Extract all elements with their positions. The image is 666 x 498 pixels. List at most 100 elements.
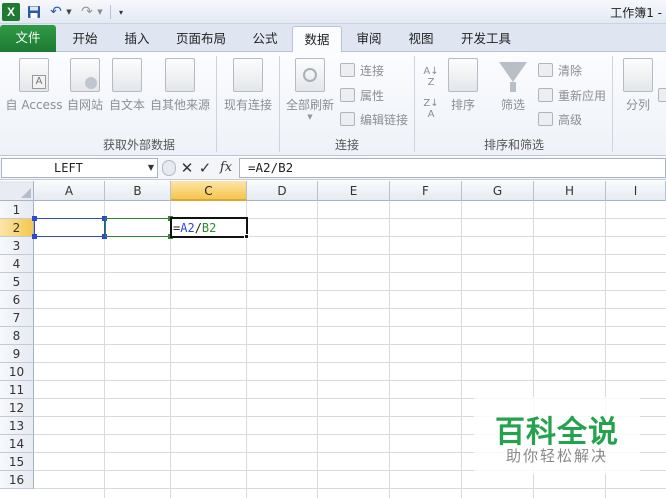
clear-button[interactable]: 清除 [538, 60, 582, 80]
row-header-7[interactable]: 7 [0, 309, 34, 327]
group-label-external-data: 获取外部数据 [102, 138, 175, 152]
name-box[interactable]: LEFT [1, 158, 158, 178]
formula-input[interactable]: =A2/B2 [239, 158, 666, 178]
from-other-sources-button[interactable]: 自其他来源 [148, 58, 212, 113]
row-header-14[interactable]: 14 [0, 435, 34, 453]
clear-filter-icon [538, 63, 553, 77]
cell-b2-reference-highlight[interactable] [105, 218, 171, 237]
group-divider [612, 56, 613, 152]
redo-dropdown-icon[interactable]: ▼ [96, 3, 104, 21]
tab-developer[interactable]: 开发工具 [452, 26, 520, 52]
column-header-f[interactable]: F [390, 181, 462, 201]
row-header-1[interactable]: 1 [0, 201, 34, 219]
data-tools-small-button[interactable] [658, 85, 666, 105]
column-header-h[interactable]: H [534, 181, 606, 201]
reapply-button[interactable]: 重新应用 [538, 85, 606, 105]
gridline [34, 326, 666, 327]
title-bar: X ↶ ▼ ↷ ▼ ▾ 工作簿1 - [0, 0, 666, 24]
row-header-2[interactable]: 2 [0, 219, 34, 237]
row-header-11[interactable]: 11 [0, 381, 34, 399]
cell-a2-reference-highlight[interactable] [34, 218, 105, 237]
tab-review[interactable]: 审阅 [344, 26, 394, 52]
row-header-3[interactable]: 3 [0, 237, 34, 255]
column-header-b[interactable]: B [105, 181, 171, 201]
database-icon [165, 58, 195, 92]
gridline [461, 201, 462, 498]
save-icon[interactable] [26, 3, 42, 21]
row-header-10[interactable]: 10 [0, 363, 34, 381]
connections-button[interactable]: 连接 [340, 60, 384, 80]
undo-dropdown-icon[interactable]: ▼ [65, 3, 73, 21]
tab-formulas[interactable]: 公式 [242, 26, 288, 52]
tab-page-layout[interactable]: 页面布局 [164, 26, 238, 52]
reference-handle[interactable] [32, 216, 37, 221]
toolbar-divider [110, 5, 111, 19]
app-icon-letter: X [6, 5, 15, 19]
column-header-g[interactable]: G [462, 181, 534, 201]
row-header-6[interactable]: 6 [0, 291, 34, 309]
group-label-connections: 连接 [334, 138, 359, 152]
column-header-e[interactable]: E [318, 181, 390, 201]
row-header-12[interactable]: 12 [0, 399, 34, 417]
sort-dialog-icon [448, 58, 478, 92]
web-icon [70, 58, 100, 92]
row-header-8[interactable]: 8 [0, 327, 34, 345]
sort-label: 排序 [450, 98, 475, 112]
tab-data[interactable]: 数据 [292, 26, 342, 53]
redo-icon[interactable]: ↷ [80, 3, 94, 21]
from-text-button[interactable]: 自文本 [106, 58, 148, 113]
name-box-dropdown-icon[interactable]: ▼ [146, 158, 156, 178]
sort-descending-button[interactable]: Z↓ A [420, 98, 442, 120]
confirm-entry-icon[interactable]: ✓ [198, 158, 212, 178]
gridline [170, 201, 171, 498]
refresh-icon [295, 58, 325, 92]
existing-connections-button[interactable]: 现有连接 [220, 58, 276, 113]
sort-ascending-button[interactable]: A↓ Z [420, 66, 442, 88]
column-header-c[interactable]: C [171, 181, 247, 201]
formula-bar-splitter[interactable] [162, 160, 176, 176]
undo-icon[interactable]: ↶ [49, 3, 63, 21]
group-label-sort-filter: 排序和筛选 [483, 138, 544, 152]
text-to-columns-button[interactable]: 分列 [620, 58, 656, 113]
group-divider [414, 56, 415, 152]
sort-button[interactable]: 排序 [446, 58, 480, 113]
column-header-d[interactable]: D [247, 181, 318, 201]
text-file-icon [112, 58, 142, 92]
from-other-sources-label: 自其他来源 [149, 98, 210, 112]
row-header-16[interactable]: 16 [0, 471, 34, 489]
cancel-entry-icon[interactable]: ✕ [180, 158, 194, 178]
select-all-corner[interactable] [0, 181, 34, 201]
row-header-4[interactable]: 4 [0, 255, 34, 273]
row-header-9[interactable]: 9 [0, 345, 34, 363]
row-header-13[interactable]: 13 [0, 417, 34, 435]
connections-label: 连接 [360, 63, 385, 78]
tab-file[interactable]: 文件 [0, 25, 56, 52]
gridline [34, 272, 666, 273]
fill-handle[interactable] [244, 234, 249, 239]
column-header-i[interactable]: I [606, 181, 666, 201]
edit-links-button[interactable]: 编辑链接 [340, 109, 408, 129]
sort-za-icon: Z↓ A [423, 98, 439, 120]
column-header-a[interactable]: A [34, 181, 105, 201]
from-web-button[interactable]: 自网站 [64, 58, 106, 113]
tab-insert[interactable]: 插入 [112, 26, 162, 52]
excel-app-icon[interactable]: X [2, 3, 20, 21]
gridline [34, 344, 666, 345]
advanced-button[interactable]: 高级 [538, 109, 582, 129]
tab-view[interactable]: 视图 [396, 26, 446, 52]
row-header-15[interactable]: 15 [0, 453, 34, 471]
reference-handle[interactable] [32, 234, 37, 239]
access-icon: A [19, 58, 49, 92]
properties-icon [340, 88, 355, 102]
properties-button[interactable]: 属性 [340, 85, 384, 105]
gridline [34, 308, 666, 309]
filter-button[interactable]: 筛选 [494, 58, 532, 113]
insert-function-icon[interactable]: fx [217, 158, 235, 178]
row-header-5[interactable]: 5 [0, 273, 34, 291]
refresh-dropdown-icon[interactable]: ▼ [284, 113, 336, 121]
tab-home[interactable]: 开始 [60, 26, 110, 52]
cell-c2-content[interactable]: =A2/B2 [173, 220, 216, 236]
refresh-all-button[interactable]: 全部刷新 ▼ [284, 58, 336, 121]
customize-dropdown-icon[interactable]: ▾ [116, 3, 126, 21]
from-access-button[interactable]: A 自 Access [4, 58, 64, 113]
